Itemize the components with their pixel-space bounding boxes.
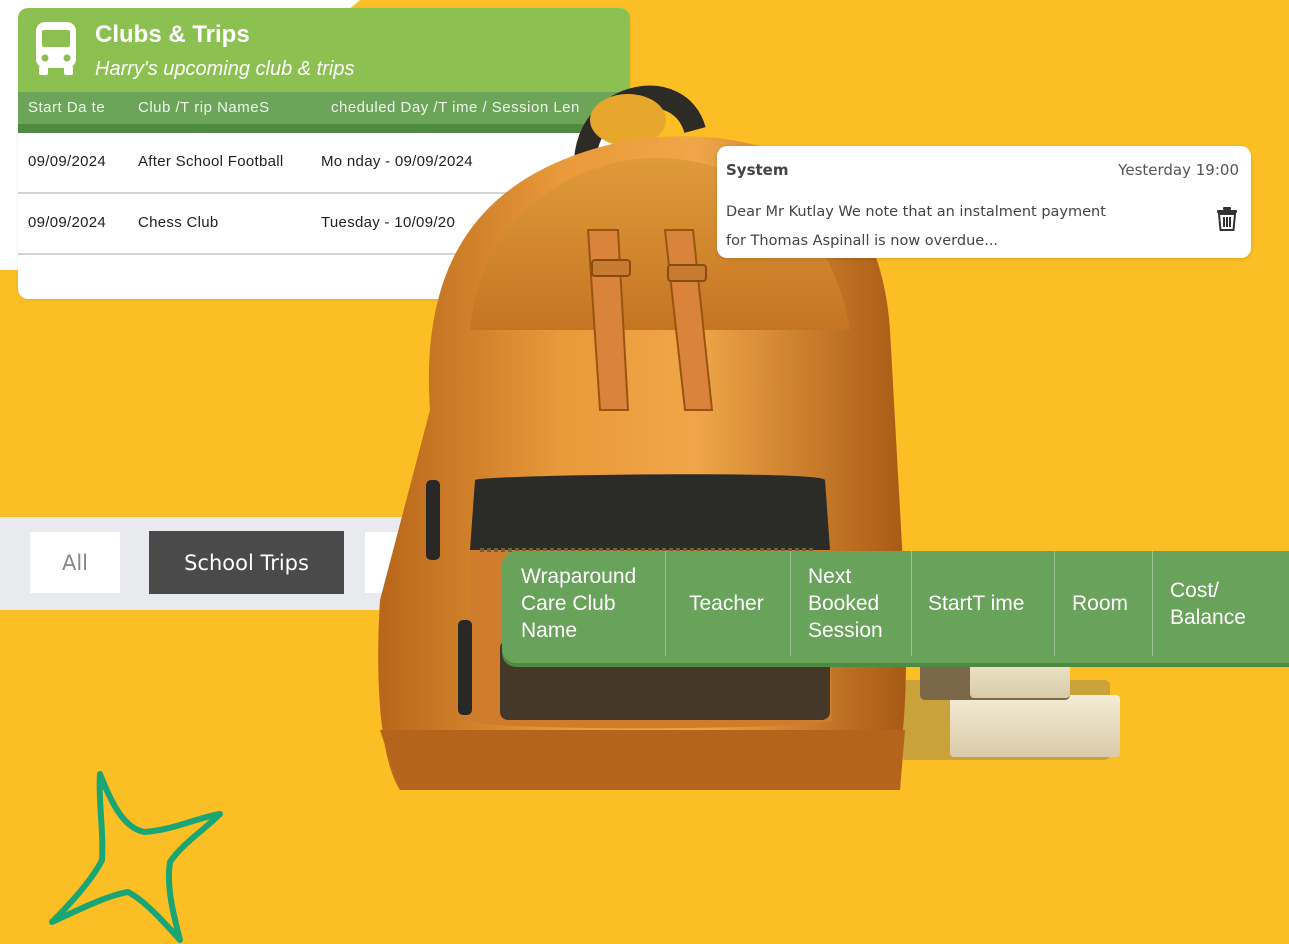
- column-header-cost-balance[interactable]: Cost/ Balance: [1153, 551, 1289, 656]
- filter-school-trips-button[interactable]: School Trips: [149, 531, 344, 594]
- column-header-start-time[interactable]: StartT ime: [912, 551, 1055, 656]
- column-header-club-name[interactable]: Wraparound Care Club Name: [502, 551, 666, 656]
- notification-line-2: for Thomas Aspinall is now overdue...: [726, 233, 999, 249]
- wraparound-table-header: Wraparound Care Club Name Teacher Next B…: [502, 551, 1289, 663]
- cell-name: After School Football: [138, 153, 284, 170]
- notification-message: Dear Mr Kutlay We note that an instalmen…: [726, 198, 1186, 256]
- column-header-name[interactable]: Club /T rip NameS: [138, 99, 270, 116]
- notification-card[interactable]: System Yesterday 19:00 Dear Mr Kutlay We…: [717, 146, 1251, 258]
- clubs-subtitle: Harry's upcoming club & trips: [95, 58, 355, 80]
- notification-sender: System: [726, 161, 789, 179]
- star-icon: [49, 771, 223, 943]
- column-header-next-session[interactable]: Next Booked Session: [791, 551, 912, 656]
- notification-line-1: Dear Mr Kutlay We note that an instalmen…: [726, 204, 1106, 220]
- column-header-teacher[interactable]: Teacher: [666, 551, 791, 656]
- cell-start-date: 09/09/2024: [28, 214, 107, 231]
- clubs-title: Clubs & Trips: [95, 21, 250, 48]
- column-header-room[interactable]: Room: [1055, 551, 1153, 656]
- cell-start-date: 09/09/2024: [28, 153, 107, 170]
- cell-name: Chess Club: [138, 214, 219, 231]
- bus-icon: [36, 22, 76, 75]
- trash-icon[interactable]: [1215, 206, 1239, 232]
- filter-all-button[interactable]: All: [30, 532, 120, 593]
- notification-time: Yesterday 19:00: [1118, 161, 1239, 179]
- column-header-start-date[interactable]: Start Da te: [28, 99, 105, 116]
